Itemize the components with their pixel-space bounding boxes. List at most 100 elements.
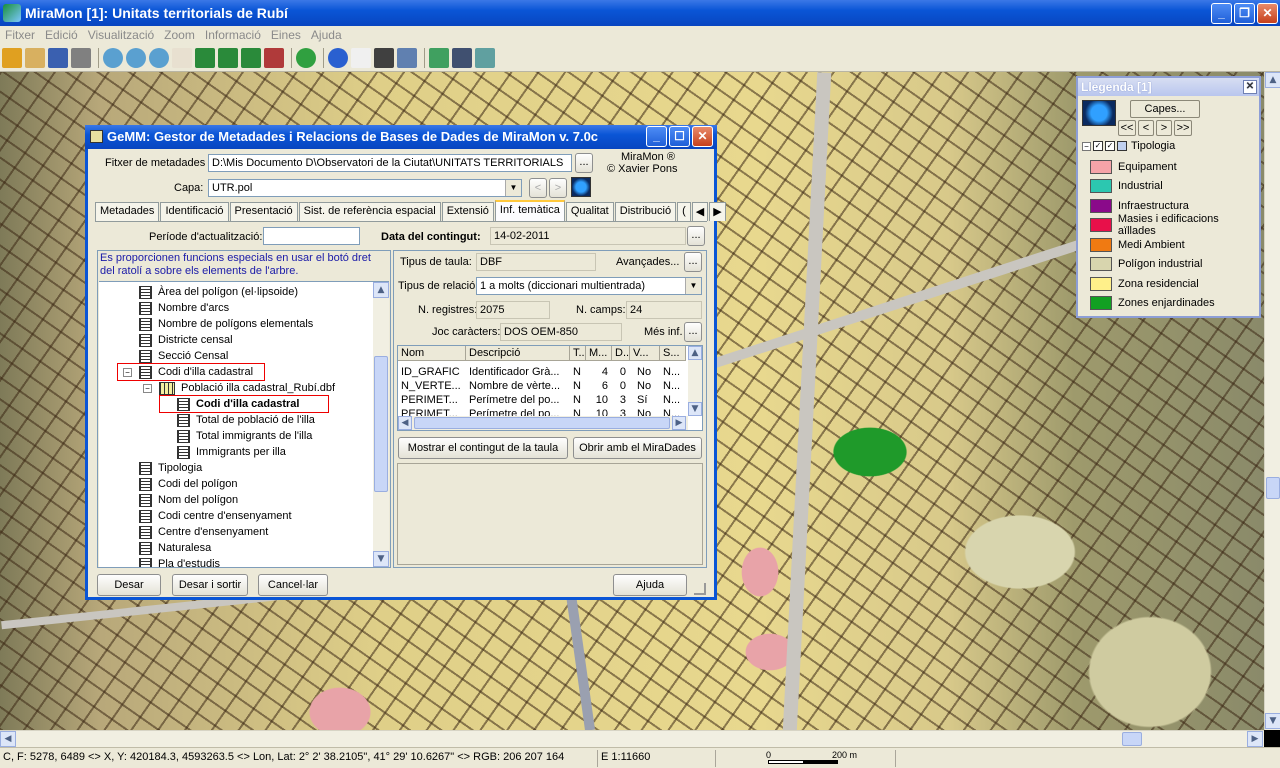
map-horizontal-scrollbar[interactable]: ◀ ▶ [0, 730, 1264, 747]
maximize-button[interactable]: ❐ [1234, 3, 1255, 24]
scroll-down-icon[interactable]: ▼ [1265, 713, 1280, 729]
visibility-checkbox[interactable]: ✓ [1093, 141, 1103, 151]
select-arrow-icon[interactable] [351, 47, 371, 68]
tree-item[interactable]: Immigrants per illa [177, 444, 286, 460]
charset-field[interactable]: DOS OEM-850 [500, 323, 622, 341]
scroll-left-icon[interactable]: ◀ [0, 731, 16, 747]
scroll-thumb[interactable] [1122, 732, 1142, 746]
scroll-thumb[interactable] [1266, 477, 1280, 499]
legend-window[interactable]: Llegenda [1] ✕ Capes... << < > >> − ✓ ✓ … [1076, 76, 1261, 318]
gemm-minimize-button[interactable]: _ [646, 126, 667, 147]
layer-manager-icon[interactable] [429, 47, 449, 68]
scroll-thumb[interactable] [414, 417, 670, 429]
grid-header-nom[interactable]: Nom [398, 346, 466, 361]
fields-field[interactable]: 24 [626, 301, 702, 319]
first-layer-button[interactable]: << [1118, 120, 1136, 136]
grid-header-descripcio[interactable]: Descripció [466, 346, 570, 361]
menu-visualitzacio[interactable]: Visualització [83, 28, 159, 42]
tree-item[interactable]: Districte censal [139, 332, 233, 348]
tab-scroll-left-icon[interactable]: ◀ [691, 202, 709, 221]
tree-item[interactable]: Codi del polígon [139, 476, 238, 492]
gemm-dialog[interactable]: GeMM: Gestor de Metadades i Relacions de… [85, 125, 726, 600]
collapse-icon[interactable]: − [143, 383, 152, 393]
resize-grip-icon[interactable] [694, 583, 706, 595]
save-and-exit-button[interactable]: Desar i sortir [172, 574, 248, 596]
tree-item[interactable]: Total de població de l'illa [177, 412, 315, 428]
grid-vertical-scrollbar[interactable]: ▲ ▼ [688, 346, 702, 416]
zoom-next-icon[interactable] [241, 47, 261, 68]
grid-header-mida[interactable]: M... [586, 346, 612, 361]
save-disk-icon[interactable] [48, 47, 68, 68]
tree-scrollbar[interactable]: ▲ ▼ [373, 282, 389, 567]
tree-item[interactable]: Nombre de polígons elementals [139, 316, 313, 332]
scroll-up-icon[interactable]: ▲ [688, 346, 702, 360]
menu-ajuda[interactable]: Ajuda [306, 28, 347, 42]
tree-item[interactable]: Àrea del polígon (el·lipsoide) [139, 284, 298, 300]
tree-item[interactable]: Pla d'estudis [139, 556, 220, 567]
tree-item[interactable]: Tipologia [139, 460, 202, 476]
gemm-close-button[interactable]: ✕ [692, 126, 713, 147]
legend-icon[interactable] [452, 47, 472, 68]
next-layer-button[interactable]: > [1156, 120, 1172, 136]
zoom-out-icon[interactable] [126, 47, 146, 68]
show-table-content-button[interactable]: Mostrar el contingut de la taula [398, 437, 568, 459]
collapse-icon[interactable]: − [1082, 141, 1091, 151]
tree-item[interactable]: Total immigrants de l'illa [177, 428, 312, 444]
zoom-in-icon[interactable] [103, 47, 123, 68]
refresh-icon[interactable] [296, 47, 316, 68]
content-date-field[interactable]: 14-02-2011 [490, 227, 686, 245]
previous-layer-button[interactable]: < [529, 178, 547, 198]
scroll-down-icon[interactable]: ▼ [373, 551, 389, 567]
tab-metadades[interactable]: Metadades [95, 202, 160, 221]
menu-fitxer[interactable]: Fitxer [0, 28, 40, 42]
measure-icon[interactable] [374, 47, 394, 68]
main-window-title-bar[interactable]: MiraMon [1]: Unitats territorials de Rub… [0, 0, 1280, 26]
more-info-button[interactable]: ... [684, 322, 702, 342]
zoom-layer-icon[interactable] [264, 47, 284, 68]
tab-sist-referencia[interactable]: Sist. de referència espacial [298, 202, 441, 221]
tab-distribucio[interactable]: Distribució [614, 202, 677, 221]
tab-scroll-right-icon[interactable]: ▶ [709, 202, 726, 221]
previous-layer-button[interactable]: < [1138, 120, 1154, 136]
scroll-up-icon[interactable]: ▲ [1265, 72, 1280, 88]
map-vertical-scrollbar[interactable]: ▲ ▼ [1264, 72, 1280, 730]
grid-header-s[interactable]: S... [660, 346, 686, 361]
new-map-icon[interactable] [2, 47, 22, 68]
advanced-button[interactable]: ... [684, 252, 702, 272]
last-layer-button[interactable]: >> [1174, 120, 1192, 136]
tree-item[interactable]: Naturalesa [139, 540, 211, 556]
grid-header-visible[interactable]: V... [630, 346, 660, 361]
metadata-tree[interactable]: Àrea del polígon (el·lipsoide) Nombre d'… [99, 281, 389, 567]
scroll-thumb[interactable] [374, 356, 388, 492]
help-button[interactable]: Ajuda [613, 574, 687, 596]
date-browse-button[interactable]: ... [687, 226, 705, 246]
tree-item[interactable]: Nombre d'arcs [139, 300, 229, 316]
zoom-window-icon[interactable] [149, 47, 169, 68]
tree-item-poblacio-dbf[interactable]: − Població illa cadastral_Rubí.dbf [143, 380, 335, 396]
save-button[interactable]: Desar [97, 574, 161, 596]
layer-select[interactable]: UTR.pol ▼ [208, 179, 522, 197]
tree-item[interactable]: Nom del polígon [139, 492, 238, 508]
next-layer-button[interactable]: > [549, 178, 567, 198]
legend-close-icon[interactable]: ✕ [1243, 80, 1257, 94]
scroll-left-icon[interactable]: ◀ [398, 416, 412, 430]
grid-horizontal-scrollbar[interactable]: ◀ ▶ [398, 416, 688, 430]
globe-icon[interactable] [571, 177, 591, 197]
chevron-down-icon[interactable]: ▼ [685, 278, 701, 294]
grid-header-tipus[interactable]: T.. [570, 346, 586, 361]
grid-header-decimals[interactable]: D.. [612, 346, 630, 361]
open-miradades-button[interactable]: Obrir amb el MiraDades [573, 437, 702, 459]
minimize-button[interactable]: _ [1211, 3, 1232, 24]
browse-metadata-button[interactable]: ... [575, 153, 593, 173]
scroll-down-icon[interactable]: ▼ [688, 402, 702, 416]
open-folder-icon[interactable] [25, 47, 45, 68]
tab-presentacio[interactable]: Presentació [229, 202, 298, 221]
scroll-up-icon[interactable]: ▲ [373, 282, 389, 298]
metadata-file-field[interactable]: D:\Mis Documento D\Observatori de la Ciu… [208, 154, 572, 172]
fields-grid[interactable]: Nom Descripció T.. M... D.. V... S... ID… [397, 345, 703, 431]
table-type-field[interactable]: DBF [476, 253, 596, 271]
gemm-title-bar[interactable]: GeMM: Gestor de Metadades i Relacions de… [85, 125, 717, 149]
tab-extensio[interactable]: Extensió [441, 202, 494, 221]
queryable-checkbox[interactable]: ✓ [1105, 141, 1115, 151]
close-button[interactable]: ✕ [1257, 3, 1278, 24]
